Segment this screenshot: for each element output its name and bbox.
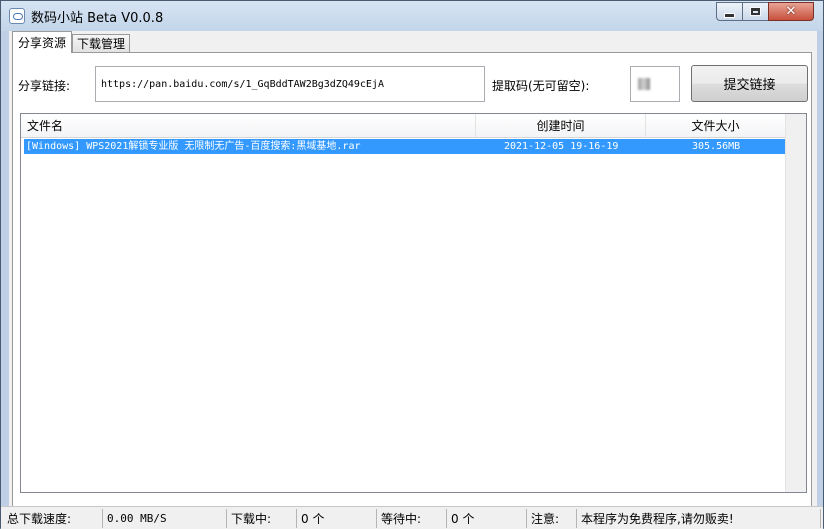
status-waiting-value: 0 个: [447, 509, 527, 528]
file-name-cell: [Windows] WPS2021解锁专业版 无限制无广告-百度搜索:黑域基地.…: [26, 141, 361, 152]
extract-code-label: 提取码(无可留空):: [492, 79, 590, 93]
maximize-button[interactable]: [742, 2, 769, 21]
file-list-header: 文件名 创建时间 文件大小: [21, 114, 806, 138]
submit-link-button[interactable]: 提交链接: [691, 65, 808, 102]
share-link-input[interactable]: https://pan.baidu.com/s/1_GqBddTAW2Bg3dZ…: [95, 66, 485, 102]
file-created-cell: 2021-12-05 19-16-19: [504, 141, 619, 152]
status-speed-value: 0.00 MB/S: [103, 509, 227, 528]
status-notice-label: 注意:: [527, 509, 577, 528]
maximize-icon: [750, 7, 761, 16]
file-size-cell: 305.56MB: [692, 141, 741, 152]
column-header-name[interactable]: 文件名: [21, 114, 476, 137]
tab-strip: 分享资源 下载管理: [9, 31, 817, 53]
status-waiting-label: 等待中:: [377, 509, 447, 528]
status-speed-label: 总下载速度:: [3, 509, 103, 528]
title-bar[interactable]: 数码小站 Beta V0.0.8 ✕: [1, 1, 823, 31]
status-bar: 总下载速度: 0.00 MB/S 下载中: 0 个 等待中: 0 个 注意: 本…: [1, 506, 823, 529]
share-panel: 分享链接: https://pan.baidu.com/s/1_GqBddTAW…: [12, 52, 812, 524]
column-header-created[interactable]: 创建时间: [476, 114, 646, 137]
file-row[interactable]: [Windows] WPS2021解锁专业版 无限制无广告-百度搜索:黑域基地.…: [24, 139, 787, 154]
window-title: 数码小站 Beta V0.0.8: [31, 11, 164, 26]
redacted-code-mark: [638, 78, 650, 90]
tab-share-resources[interactable]: 分享资源: [12, 31, 72, 53]
app-cloud-icon: [9, 8, 25, 24]
app-window: 数码小站 Beta V0.0.8 ✕ 分享资源 下载管理 分享链接: https…: [0, 0, 824, 529]
close-icon: ✕: [785, 4, 797, 19]
status-notice-value: 本程序为免费程序,请勿贩卖!: [577, 509, 821, 528]
file-list[interactable]: 文件名 创建时间 文件大小 [Windows] WPS2021解锁专业版 无限制…: [20, 113, 807, 493]
tab-download-manager[interactable]: 下载管理: [72, 34, 130, 52]
share-link-label: 分享链接:: [18, 79, 71, 93]
vertical-scrollbar[interactable]: [785, 114, 806, 492]
status-downloading-label: 下载中:: [227, 509, 297, 528]
share-link-value: https://pan.baidu.com/s/1_GqBddTAW2Bg3dZ…: [101, 78, 384, 90]
status-downloading-value: 0 个: [297, 509, 377, 528]
column-header-size[interactable]: 文件大小: [646, 114, 786, 137]
extract-code-input[interactable]: [630, 66, 680, 102]
client-area: 分享资源 下载管理 分享链接: https://pan.baidu.com/s/…: [9, 31, 817, 527]
close-button[interactable]: ✕: [768, 2, 814, 21]
minimize-icon: [724, 12, 735, 18]
minimize-button[interactable]: [716, 2, 743, 21]
